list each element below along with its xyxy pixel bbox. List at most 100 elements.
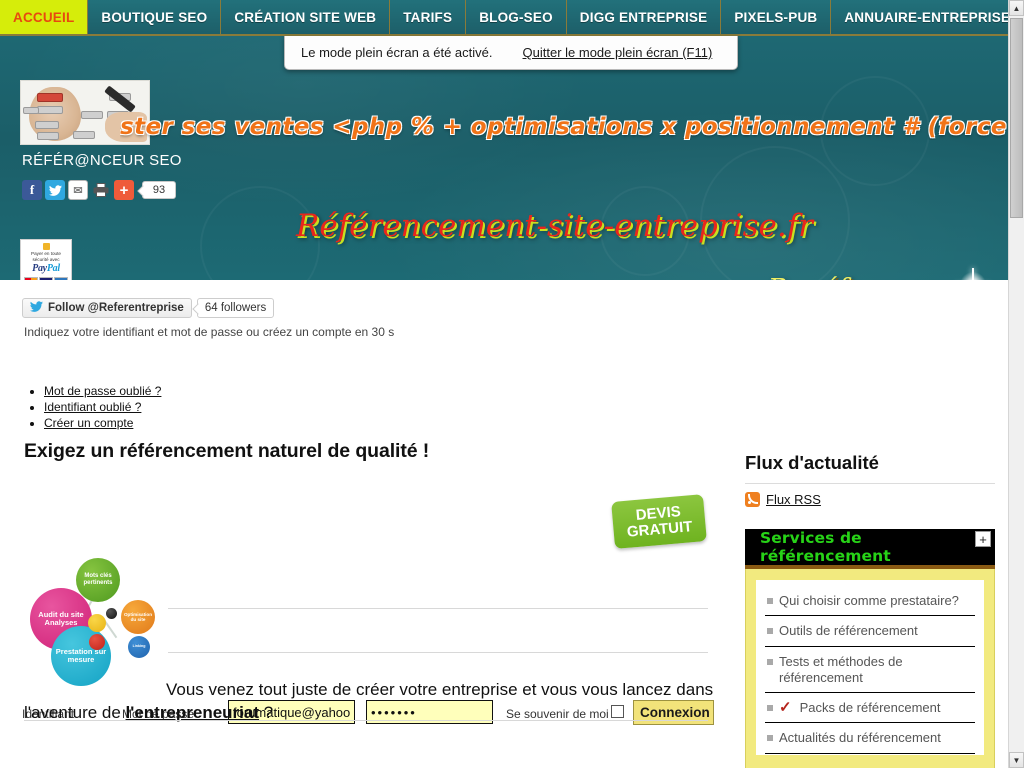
square-bullet-icon [767,598,773,604]
nav-item-tarifs[interactable]: TARIFS [390,0,467,34]
browser-page: ACCUEIL BOUTIQUE SEO CRÉATION SITE WEB T… [0,0,1024,768]
checkmark-icon: ✓ [779,699,792,716]
card-logos [23,276,69,280]
rss-icon [745,492,760,507]
addthis-plus-icon[interactable]: + [114,180,134,200]
nav-label: DIGG ENTREPRISE [579,9,708,25]
service-label: Actualités du référencement [779,730,941,746]
list-item[interactable]: Qui choisir comme prestataire? [765,581,975,617]
main-content: Exigez un référencement naturel de quali… [0,440,740,722]
scroll-down-arrow-icon[interactable]: ▼ [1009,752,1024,768]
facebook-icon[interactable]: f [22,180,42,200]
square-bullet-icon [767,735,773,742]
print-icon[interactable] [91,180,111,200]
lead-paragraph: Vous venez tout juste de créer votre ent… [24,679,714,725]
nav-label: CRÉATION SITE WEB [234,9,377,25]
paypal-badge[interactable]: Payer en toute sécurité avec PayPal [20,239,72,280]
devis-gratuit-badge[interactable]: DEVIS GRATUIT [611,494,707,549]
site-subtitle: RÉFÉR@NCEUR SEO [22,152,182,169]
nav-item-accueil[interactable]: ACCUEIL [0,0,89,34]
nav-label: TARIFS [403,9,453,25]
scrollbar-thumb[interactable] [1010,18,1023,218]
logo-node [37,93,63,102]
service-label: Tests et méthodes de référencement [779,653,903,685]
share-count-badge: 93 [142,181,176,199]
banner-title: Référencement-site-entreprise.fr [296,208,813,244]
square-bullet-icon [767,628,773,635]
bubble-linking: Linking [128,636,150,658]
vertical-scrollbar[interactable]: ▲ ▼ [1008,0,1024,768]
service-label: Outils de référencement [779,623,918,639]
lock-icon [42,243,50,250]
exit-fullscreen-link[interactable]: Quitter le mode plein écran (F11) [523,45,713,60]
paypal-brand-pal: Pal [46,263,60,275]
page-viewport: ACCUEIL BOUTIQUE SEO CRÉATION SITE WEB T… [0,0,1008,768]
nav-item-annuaire-entreprise[interactable]: ANNUAIRE-ENTREPRISE [831,0,1008,34]
create-account-link[interactable]: Créer un compte [44,416,133,430]
fullscreen-notification: Le mode plein écran a été activé. Quitte… [284,36,738,70]
list-item[interactable]: Tests et méthodes de référencement [765,647,975,693]
nav-label: BLOG-SEO [479,9,553,25]
nav-label: ACCUEIL [13,9,75,25]
logo-node [81,111,103,119]
twitter-follow-button[interactable]: Follow @Referentreprise [22,298,192,318]
expand-widget-button[interactable]: + [975,531,991,547]
logo-node [37,132,59,140]
rss-feed-row: Flux RSS [745,492,995,507]
social-share-bar: f ✉ + 93 [22,180,176,200]
nav-item-pixels-pub[interactable]: PIXELS-PUB [721,0,832,34]
banner-byline: By réferense [768,274,936,280]
paypal-line-2: sécurité avec [32,256,60,262]
nav-item-creation-site-web[interactable]: CRÉATION SITE WEB [221,0,391,34]
email-icon[interactable]: ✉ [68,180,88,200]
services-widget-title: Services de référencement [760,529,891,565]
list-item: Identifiant oublié ? [44,400,161,414]
mastercard-icon [24,276,38,280]
nav-item-digg-entreprise[interactable]: DIGG ENTREPRISE [566,0,722,34]
list-item[interactable]: ✓ Packs de référencement [765,693,975,724]
sidebar-heading: Flux d'actualité [745,452,995,484]
amex-icon [54,276,68,280]
login-form: Identifiant Mot de passe Se souvenir de … [0,350,1008,725]
nav-label: BOUTIQUE SEO [101,9,208,25]
services-list: Qui choisir comme prestataire? Outils de… [756,580,984,755]
paypal-brand-pay: Pay [32,263,47,275]
twitter-followers-count[interactable]: 64 followers [196,298,275,318]
list-item[interactable]: Outils de référencement [765,616,975,647]
services-widget-header: Services de référencement + [745,529,995,569]
divider [24,720,708,721]
logo-node [23,107,39,114]
forgot-password-link[interactable]: Mot de passe oublié ? [44,384,161,398]
list-item: Mot de passe oublié ? [44,384,161,398]
twitter-bird-icon [30,301,43,315]
twitter-follow-widget: Follow @Referentreprise 64 followers [22,298,275,318]
scroll-up-arrow-icon[interactable]: ▲ [1009,0,1024,16]
square-bullet-icon [767,658,773,665]
bubble-optimisation: Optimisation du site [121,600,155,634]
list-item[interactable]: Actualités du référencement [765,723,975,754]
bubble-dot-red [89,634,105,650]
square-bullet-icon [767,705,773,711]
rss-feed-link[interactable]: Flux RSS [766,492,821,507]
fullscreen-message: Le mode plein écran a été activé. [301,45,493,60]
paypal-logo: PayPal [23,263,69,276]
bubble-dot-dark [106,608,117,619]
nav-label: PIXELS-PUB [734,9,818,25]
seo-services-bubbles-graphic: Audit du site Analyses Mots clés pertine… [18,558,170,686]
page-title: Exigez un référencement naturel de quali… [24,440,430,462]
divider [168,652,708,653]
divider [168,608,708,609]
banner-marquee-text: ster ses ventes <php % + optimisations x… [120,114,1008,140]
site-banner: ster ses ventes <php % + optimisations x… [0,36,1008,280]
forgot-identifiant-link[interactable]: Identifiant oublié ? [44,400,141,414]
main-navigation: ACCUEIL BOUTIQUE SEO CRÉATION SITE WEB T… [0,0,1008,36]
service-label: Qui choisir comme prestataire? [779,593,959,608]
twitter-icon[interactable] [45,180,65,200]
nav-item-boutique-seo[interactable]: BOUTIQUE SEO [88,0,222,34]
logo-node [73,131,95,139]
nav-item-blog-seo[interactable]: BLOG-SEO [466,0,567,34]
logo-node [35,121,59,129]
right-sidebar: Flux d'actualité Flux RSS Services de ré… [745,452,995,768]
services-widget-body: Qui choisir comme prestataire? Outils de… [745,569,995,768]
visa-icon [39,276,53,280]
